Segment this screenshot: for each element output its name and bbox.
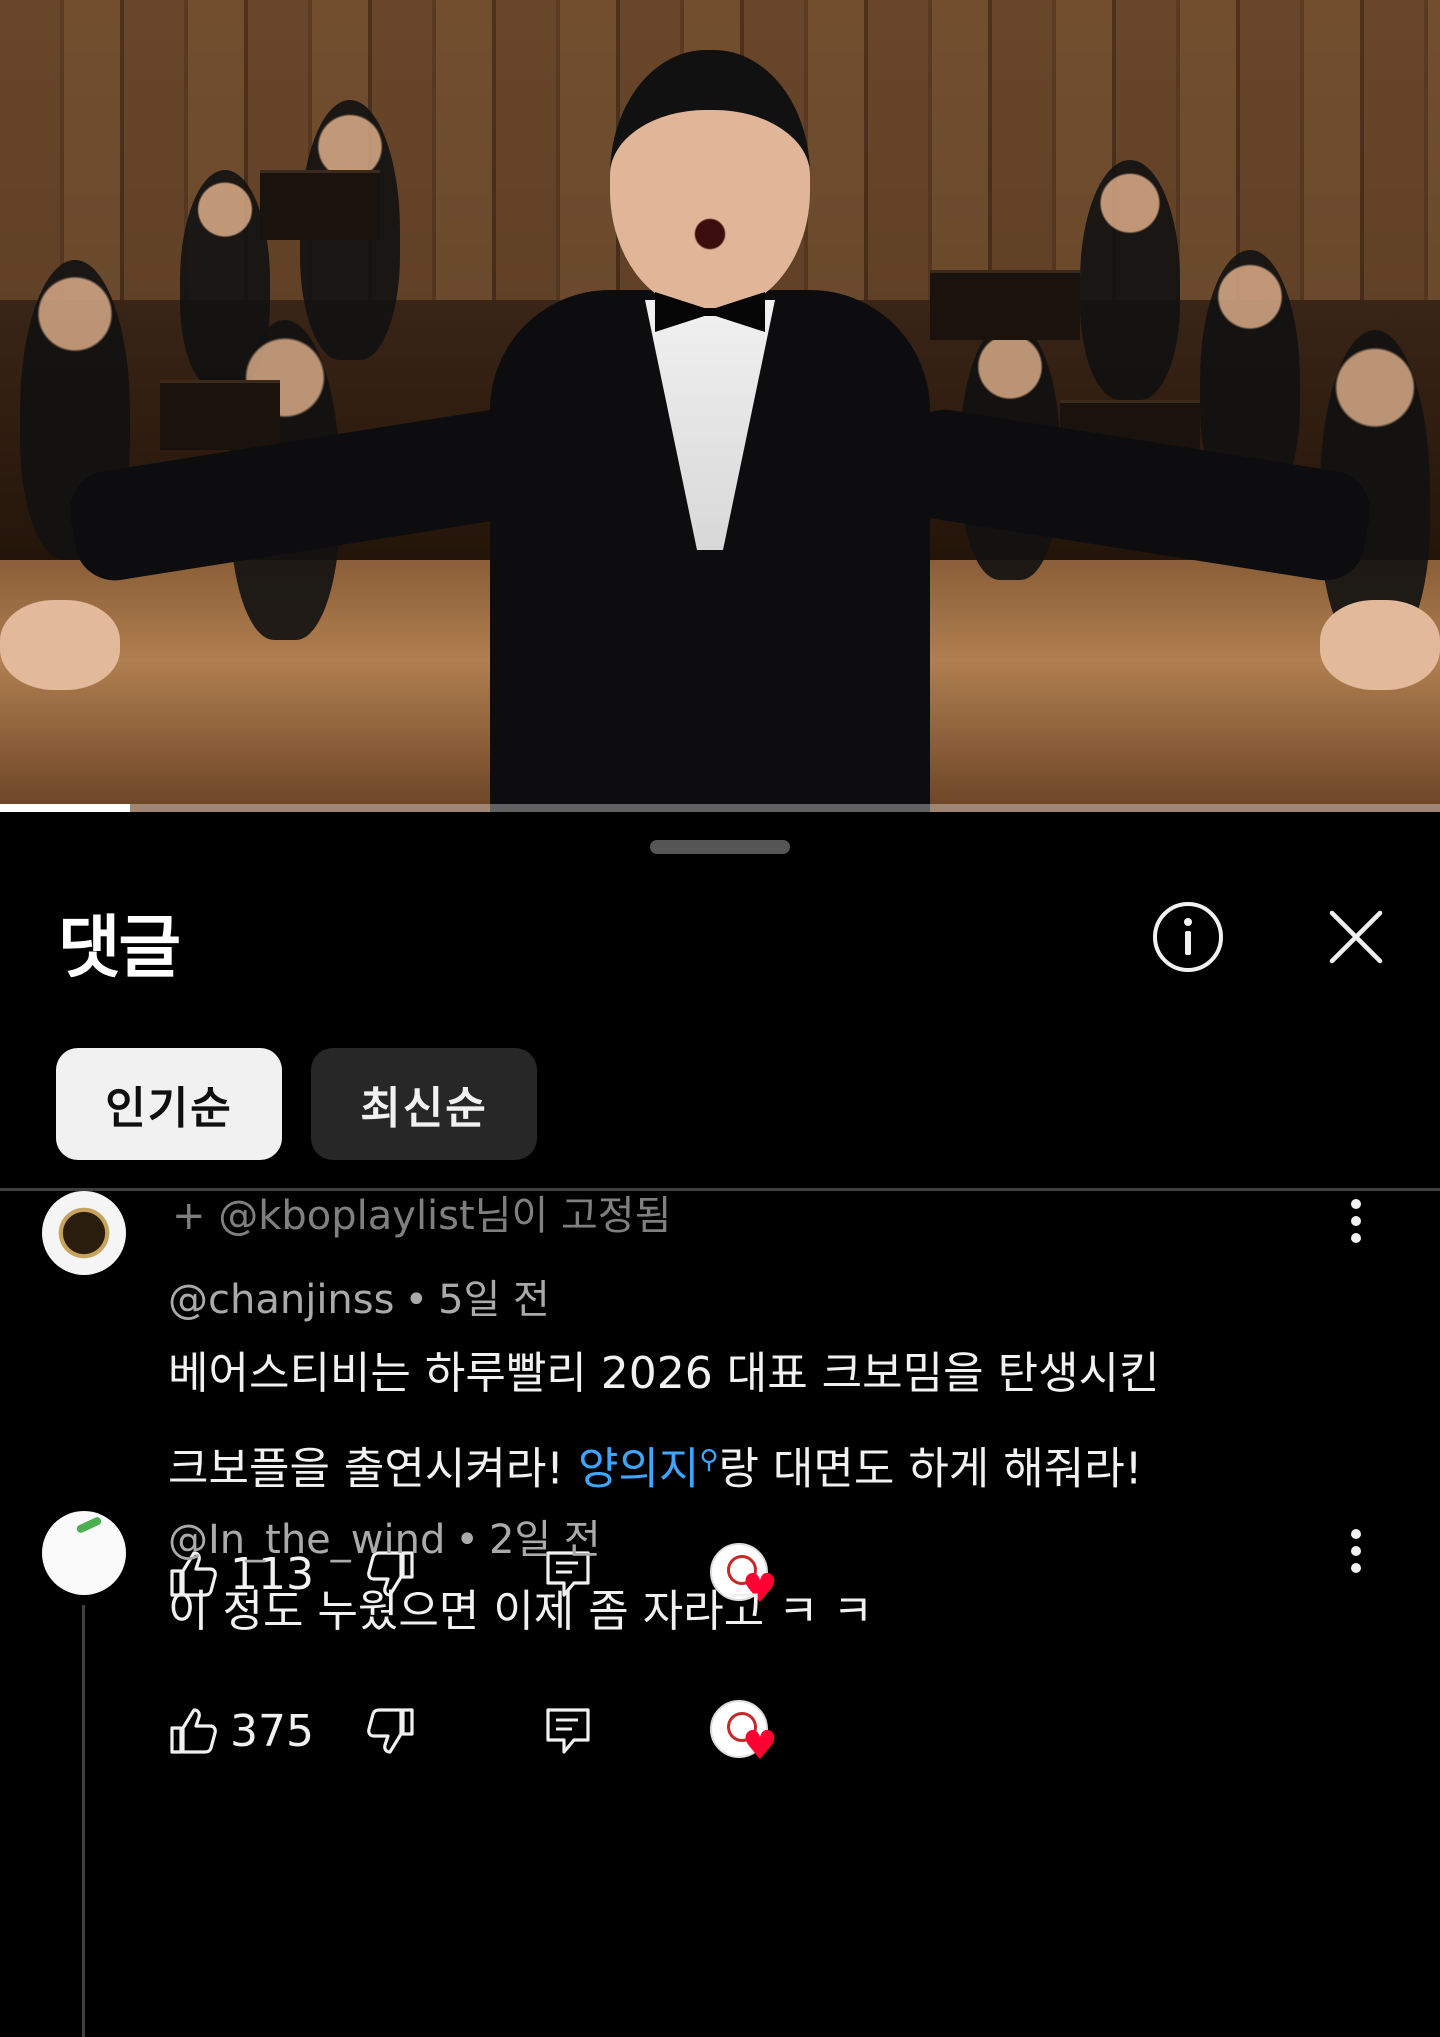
comment-body-line: 크보플을 출연시켜라! 양의지⚲랑 대면도 하게 해줘라! [168, 1417, 1348, 1513]
thumbs-up-icon [170, 1708, 217, 1754]
comment-body: 베어스티비는 하루빨리 2026 대표 크보밈을 탄생시킨 크보플을 출연시켜라… [168, 1331, 1348, 1513]
music-stand [160, 380, 280, 450]
info-icon [1153, 902, 1223, 972]
meta-dot: • [455, 1517, 479, 1563]
search-link-icon[interactable]: ⚲ [699, 1445, 718, 1475]
comment-body-line: 베어스티비는 하루빨리 2026 대표 크보밈을 탄생시킨 [168, 1348, 1160, 1399]
reply-button[interactable] [544, 1696, 592, 1766]
video-progress-fill [0, 804, 130, 812]
avatar[interactable] [42, 1191, 126, 1275]
comment-more-button[interactable] [1330, 1191, 1382, 1251]
pinned-label: + @kboplaylist님이 고정됨 [172, 1193, 672, 1239]
singer-right-hand [1320, 600, 1440, 690]
reply-thread-line [82, 1605, 85, 2037]
comment-list: + @kboplaylist님이 고정됨 @chanjinss • 5일 전 베어스… [0, 1191, 1440, 2037]
comment-author[interactable]: @chanjinss [168, 1277, 394, 1323]
singer-left-hand [0, 600, 120, 690]
heart-icon: ♥ [742, 1723, 778, 1769]
comment-author[interactable]: @In_the_wind [168, 1517, 445, 1563]
orchestra-musician [1080, 160, 1180, 400]
comment-body-text: 크보플을 출연시켜라! [168, 1443, 578, 1495]
comment-time: 5일 전 [438, 1277, 550, 1323]
video-progress-bar[interactable] [0, 804, 1440, 812]
sort-chip-newest[interactable]: 최신순 [311, 1048, 537, 1160]
comment-meta: @In_the_wind • 2일 전 [168, 1507, 601, 1565]
singer-head [610, 50, 810, 310]
thumbs-down-icon [367, 1708, 414, 1754]
more-vert-icon [1351, 1199, 1361, 1243]
comments-sheet: 댓글 인기순 최신순 + @kboplaylist님이 고정됨 @chanjin… [0, 812, 1440, 2037]
comment-body-line: 이 정도 누웠으면 이제 좀 자라고 ㅋ ㅋ [168, 1586, 874, 1637]
comment-time: 2일 전 [488, 1517, 601, 1563]
like-count: 375 [230, 1705, 314, 1757]
music-stand [260, 170, 380, 240]
comment-meta: @chanjinss • 5일 전 [168, 1267, 550, 1325]
close-icon [1329, 910, 1383, 964]
sheet-title: 댓글 [58, 909, 181, 988]
like-button[interactable]: 375 [168, 1696, 314, 1766]
avatar[interactable] [42, 1511, 126, 1595]
info-button[interactable] [1146, 895, 1230, 979]
search-link[interactable]: 양의지 [578, 1444, 699, 1495]
reply-icon [546, 1708, 590, 1754]
dislike-button[interactable] [366, 1696, 416, 1766]
sheet-drag-handle[interactable] [650, 840, 790, 854]
singer [470, 30, 970, 812]
comment-actions: 375 ♥ [168, 1696, 868, 1766]
more-vert-icon [1351, 1529, 1361, 1573]
comment-body: 이 정도 누웠으면 이제 좀 자라고 ㅋ ㅋ [168, 1569, 1348, 1655]
comment-body-text: 랑 대면도 하게 해줘라! [718, 1443, 1143, 1495]
video-player[interactable] [0, 0, 1440, 812]
creator-heart-icon: ♥ [710, 1696, 780, 1766]
meta-dot: • [404, 1277, 429, 1323]
sort-chip-top[interactable]: 인기순 [56, 1048, 282, 1160]
close-button[interactable] [1314, 895, 1398, 979]
